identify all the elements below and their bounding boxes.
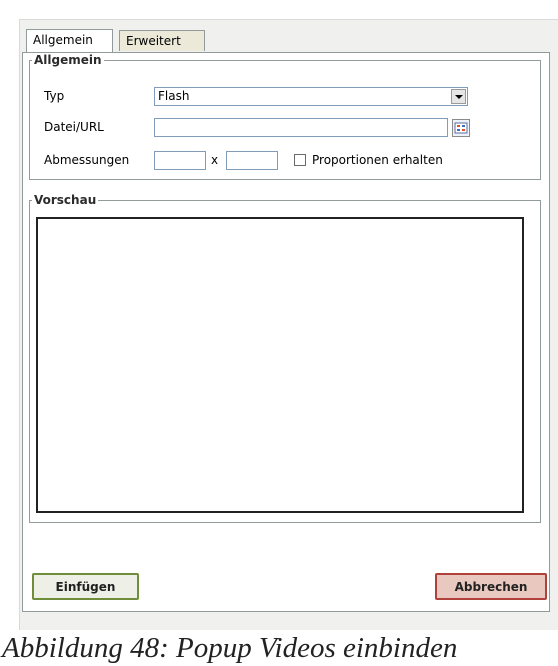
general-legend: Allgemein — [34, 53, 102, 67]
general-fieldset: Allgemein Typ Flash Datei/URL Abmessunge… — [29, 53, 541, 180]
type-select[interactable]: Flash — [154, 87, 468, 106]
tab-panel-general: Allgemein Typ Flash Datei/URL Abmessunge… — [22, 52, 550, 612]
cancel-button[interactable]: Abbrechen — [435, 573, 547, 600]
file-url-label: Datei/URL — [44, 120, 104, 134]
media-dialog: Allgemein Erweitert Allgemein Typ Flash … — [19, 19, 558, 630]
insert-button[interactable]: Einfügen — [32, 573, 139, 600]
preview-fieldset: Vorschau — [29, 193, 541, 523]
keep-proportions-label: Proportionen erhalten — [312, 153, 443, 167]
chevron-down-icon[interactable] — [451, 89, 466, 104]
browse-icon[interactable] — [452, 119, 470, 137]
type-label: Typ — [44, 89, 65, 103]
preview-legend: Vorschau — [34, 193, 97, 207]
tab-general-label: Allgemein — [33, 33, 93, 47]
width-input[interactable] — [154, 151, 206, 170]
dimensions-label: Abmessungen — [44, 153, 130, 167]
insert-button-label: Einfügen — [55, 579, 116, 594]
preview-area — [36, 217, 524, 513]
tab-general[interactable]: Allgemein — [26, 29, 113, 52]
file-url-input[interactable] — [154, 118, 448, 137]
height-input[interactable] — [226, 151, 278, 170]
figure-caption: Abbildung 48: Popup Videos einbinden — [2, 632, 458, 664]
cancel-button-label: Abbrechen — [454, 579, 528, 594]
tab-advanced-label: Erweitert — [126, 34, 181, 48]
times-sign: x — [211, 153, 219, 167]
type-select-value: Flash — [158, 89, 190, 103]
keep-proportions-checkbox[interactable] — [294, 154, 306, 166]
tab-advanced[interactable]: Erweitert — [119, 30, 205, 51]
